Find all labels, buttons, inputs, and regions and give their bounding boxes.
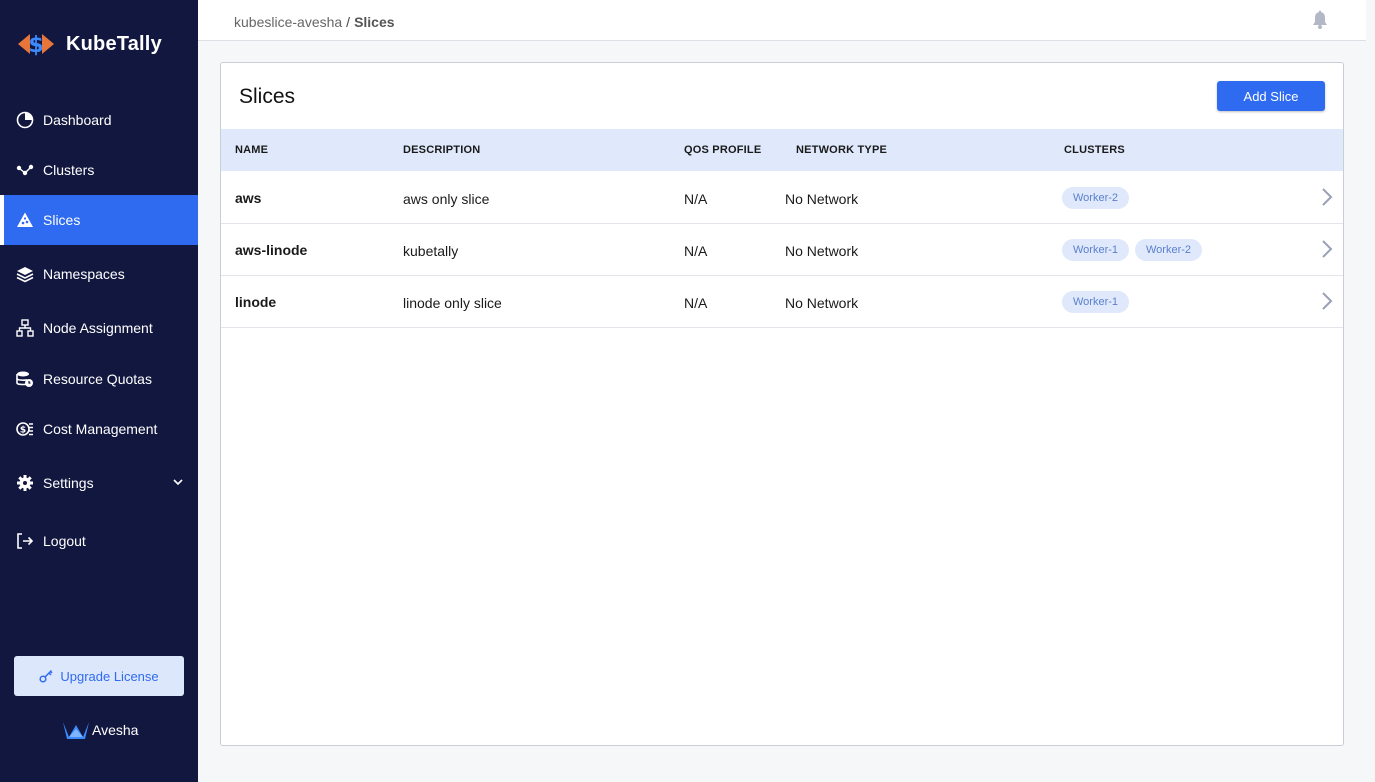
column-header-name: NAME — [235, 144, 269, 156]
slice-name: aws-linode — [235, 242, 308, 258]
sidebar-item-logout[interactable]: Logout — [0, 516, 198, 566]
add-slice-button[interactable]: Add Slice — [1217, 81, 1325, 111]
sidebar-item-label: Clusters — [43, 162, 95, 178]
table-row[interactable]: aws aws only slice N/A No Network Worker… — [221, 172, 1343, 224]
money-icon: $ — [16, 420, 34, 438]
gear-icon — [16, 474, 34, 492]
sidebar-item-label: Node Assignment — [43, 320, 153, 336]
breadcrumb-root[interactable]: kubeslice-avesha — [234, 14, 342, 30]
pie-chart-icon — [16, 111, 34, 129]
column-header-description: DESCRIPTION — [403, 144, 481, 156]
sidebar: $ KubeTally Dashboard Clusters Slices Na… — [0, 0, 198, 782]
sitemap-icon — [16, 319, 34, 337]
page-title: Slices — [239, 85, 296, 108]
column-header-network-type: NETWORK TYPE — [796, 144, 888, 156]
slice-qos: N/A — [684, 191, 708, 207]
avesha-brand: Avesha — [62, 718, 138, 742]
sidebar-item-label: Logout — [43, 533, 86, 549]
bell-icon[interactable] — [1310, 10, 1330, 30]
slice-network-type: No Network — [785, 243, 859, 259]
sidebar-item-label: Slices — [43, 212, 81, 228]
slice-name: aws — [235, 190, 262, 206]
chevron-right-icon[interactable] — [1321, 187, 1333, 207]
slice-description: kubetally — [403, 243, 459, 259]
breadcrumb-current: Slices — [354, 14, 395, 30]
key-icon — [39, 669, 53, 683]
chevron-right-icon[interactable] — [1321, 239, 1333, 259]
slice-description: linode only slice — [403, 295, 502, 311]
avesha-label: Avesha — [92, 722, 139, 738]
slice-network-type: No Network — [785, 295, 859, 311]
sidebar-item-label: Resource Quotas — [43, 371, 152, 387]
sidebar-item-settings[interactable]: Settings — [0, 458, 198, 508]
database-clock-icon — [16, 370, 34, 388]
cluster-chip: Worker-1 — [1062, 291, 1130, 313]
app-name: KubeTally — [66, 32, 162, 55]
sidebar-item-slices[interactable]: Slices — [0, 195, 198, 245]
table-row[interactable]: aws-linode kubetally N/A No Network Work… — [221, 224, 1343, 276]
column-header-qos-profile: QOS PROFILE — [684, 144, 762, 156]
svg-text:$: $ — [28, 33, 43, 58]
sidebar-item-label: Settings — [43, 475, 94, 491]
slice-qos: N/A — [684, 243, 708, 259]
slice-name: linode — [235, 294, 277, 310]
logout-icon — [16, 532, 34, 550]
table-row[interactable]: linode linode only slice N/A No Network … — [221, 276, 1343, 328]
sidebar-item-resource-quotas[interactable]: Resource Quotas — [0, 354, 198, 404]
cluster-chip: Worker-2 — [1135, 239, 1203, 261]
sidebar-item-label: Cost Management — [43, 421, 158, 437]
topbar: kubeslice-avesha / Slices — [198, 0, 1366, 41]
upgrade-license-button[interactable]: Upgrade License — [14, 656, 184, 696]
app-logo[interactable]: $ KubeTally — [16, 26, 162, 62]
avesha-crown-icon — [63, 722, 89, 739]
breadcrumb: kubeslice-avesha / Slices — [234, 14, 395, 30]
sidebar-item-dashboard[interactable]: Dashboard — [0, 95, 198, 145]
cluster-chip: Worker-2 — [1062, 187, 1130, 209]
layers-icon — [16, 265, 34, 283]
column-header-clusters: CLUSTERS — [1064, 144, 1125, 156]
sidebar-item-node-assignment[interactable]: Node Assignment — [0, 303, 198, 353]
slice-icon — [16, 211, 34, 229]
cluster-nodes-icon — [16, 161, 34, 179]
kubetally-logo-icon: $ — [18, 33, 54, 58]
slice-network-type: No Network — [785, 191, 859, 207]
sidebar-item-label: Namespaces — [43, 266, 125, 282]
breadcrumb-separator: / — [346, 14, 351, 30]
slices-card: Slices Add Slice NAME DESCRIPTION QOS PR… — [220, 62, 1344, 746]
sidebar-item-label: Dashboard — [43, 112, 112, 128]
cluster-chip: Worker-1 — [1062, 239, 1130, 261]
table-header: NAME DESCRIPTION QOS PROFILE NETWORK TYP… — [221, 129, 1343, 171]
sidebar-item-namespaces[interactable]: Namespaces — [0, 249, 198, 299]
slice-description: aws only slice — [403, 191, 490, 207]
sidebar-item-clusters[interactable]: Clusters — [0, 145, 198, 195]
upgrade-license-label: Upgrade License — [60, 668, 159, 684]
sidebar-item-cost-management[interactable]: $ Cost Management — [0, 404, 198, 454]
svg-text:$: $ — [20, 426, 26, 436]
slice-qos: N/A — [684, 295, 708, 311]
chevron-right-icon[interactable] — [1321, 291, 1333, 311]
chevron-down-icon[interactable] — [172, 476, 184, 488]
